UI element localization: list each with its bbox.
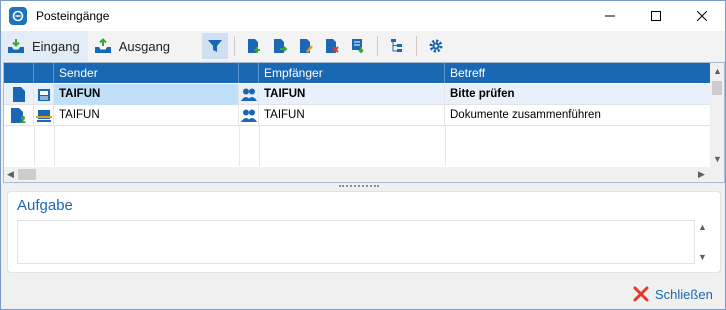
users-icon <box>239 84 259 105</box>
close-icon <box>697 11 707 21</box>
scroll-down-icon[interactable]: ▼ <box>713 154 722 164</box>
document-icon <box>4 84 34 105</box>
column-header-status[interactable] <box>34 63 54 83</box>
tab-label: Eingang <box>32 38 80 54</box>
table-row[interactable]: TAIFUN TAIFUN Bitte prüfen <box>4 84 710 105</box>
cell-sender: TAIFUN <box>54 84 239 105</box>
scroll-left-icon[interactable]: ◀ <box>7 169 14 179</box>
edit-document-icon <box>300 39 314 53</box>
grid-line <box>239 126 240 166</box>
tab-ausgang[interactable]: Ausgang <box>88 31 178 61</box>
settings-gear-icon <box>429 39 443 53</box>
settings-button[interactable] <box>423 33 449 59</box>
maximize-icon <box>651 11 661 21</box>
grid-vertical-scrollbar[interactable]: ▲ ▼ <box>710 63 724 167</box>
app-logo-icon <box>9 7 27 25</box>
delete-document-icon <box>326 39 339 53</box>
task-panel: Aufgabe ▲ ▼ <box>7 191 721 273</box>
document-user-icon <box>4 105 34 126</box>
panel-title: Aufgabe <box>17 197 73 214</box>
scroll-down-icon[interactable]: ▼ <box>698 252 707 262</box>
cell-recipient: TAIFUN <box>259 84 445 105</box>
task-text-scrollbar[interactable]: ▲ ▼ <box>695 220 709 264</box>
close-window-button[interactable] <box>679 1 725 31</box>
scroll-right-icon[interactable]: ▶ <box>698 169 705 179</box>
new-document-icon <box>248 39 261 53</box>
close-x-icon <box>633 286 649 302</box>
toolbar-separator <box>377 36 379 56</box>
fax-icon <box>34 84 54 105</box>
outbox-icon <box>94 38 112 54</box>
scroll-thumb[interactable] <box>18 169 36 180</box>
forward-document-button[interactable] <box>267 33 293 59</box>
grid-horizontal-scrollbar[interactable]: ◀ ▶ <box>4 167 724 182</box>
close-button-label: Schließen <box>655 286 713 302</box>
grid-line <box>34 126 35 166</box>
toolbar: Eingang Ausgang <box>1 31 725 61</box>
delete-document-button[interactable] <box>319 33 345 59</box>
inbox-icon <box>7 38 25 54</box>
cell-recipient: TAIFUN <box>259 105 445 126</box>
toolbar-separator <box>234 36 236 56</box>
grid-line <box>54 126 55 166</box>
scroll-thumb[interactable] <box>712 81 722 95</box>
users-icon <box>239 105 259 126</box>
tab-label: Ausgang <box>118 38 171 54</box>
cell-sender: TAIFUN <box>54 105 239 126</box>
minimize-icon <box>605 15 615 17</box>
column-header-recipient-icon[interactable] <box>239 63 259 83</box>
grid-line <box>445 126 446 166</box>
grid-header: Sender Empfänger Betreff <box>4 63 710 83</box>
column-header-sender[interactable]: Sender <box>54 63 239 83</box>
title-bar[interactable]: Posteingänge <box>1 1 725 31</box>
column-header-subject[interactable]: Betreff <box>445 63 710 83</box>
close-button[interactable]: Schließen <box>633 284 713 304</box>
tree-view-button[interactable] <box>384 33 410 59</box>
forward-document-icon <box>274 39 288 53</box>
splitter-handle[interactable] <box>339 185 379 189</box>
column-header-recipient[interactable]: Empfänger <box>259 63 445 83</box>
table-row[interactable]: TAIFUN TAIFUN Dokumente zusammenführen <box>4 105 710 126</box>
filter-icon <box>208 40 223 52</box>
cell-subject: Bitte prüfen <box>450 88 515 100</box>
inbox-grid: Sender Empfänger Betreff TAIFUN TAIFUN B… <box>3 62 725 183</box>
export-document-button[interactable] <box>345 33 371 59</box>
window-title: Posteingänge <box>36 9 110 23</box>
scan-icon <box>34 105 54 126</box>
scroll-up-icon[interactable]: ▲ <box>698 222 707 232</box>
minimize-button[interactable] <box>587 1 633 31</box>
edit-document-button[interactable] <box>293 33 319 59</box>
scroll-up-icon[interactable]: ▲ <box>713 66 722 76</box>
filter-button[interactable] <box>202 33 229 59</box>
toolbar-separator <box>416 36 418 56</box>
grid-line <box>259 126 260 166</box>
posteingaenge-window: Posteingänge Eingang Ausgang Sender Empf… <box>0 0 726 310</box>
maximize-button[interactable] <box>633 1 679 31</box>
task-text-area[interactable] <box>17 220 695 264</box>
column-header-type[interactable] <box>4 63 34 83</box>
export-document-icon <box>352 39 364 54</box>
tab-eingang[interactable]: Eingang <box>1 31 88 61</box>
new-document-button[interactable] <box>241 33 267 59</box>
cell-subject: Dokumente zusammenführen <box>450 109 601 121</box>
tree-view-icon <box>391 39 403 52</box>
